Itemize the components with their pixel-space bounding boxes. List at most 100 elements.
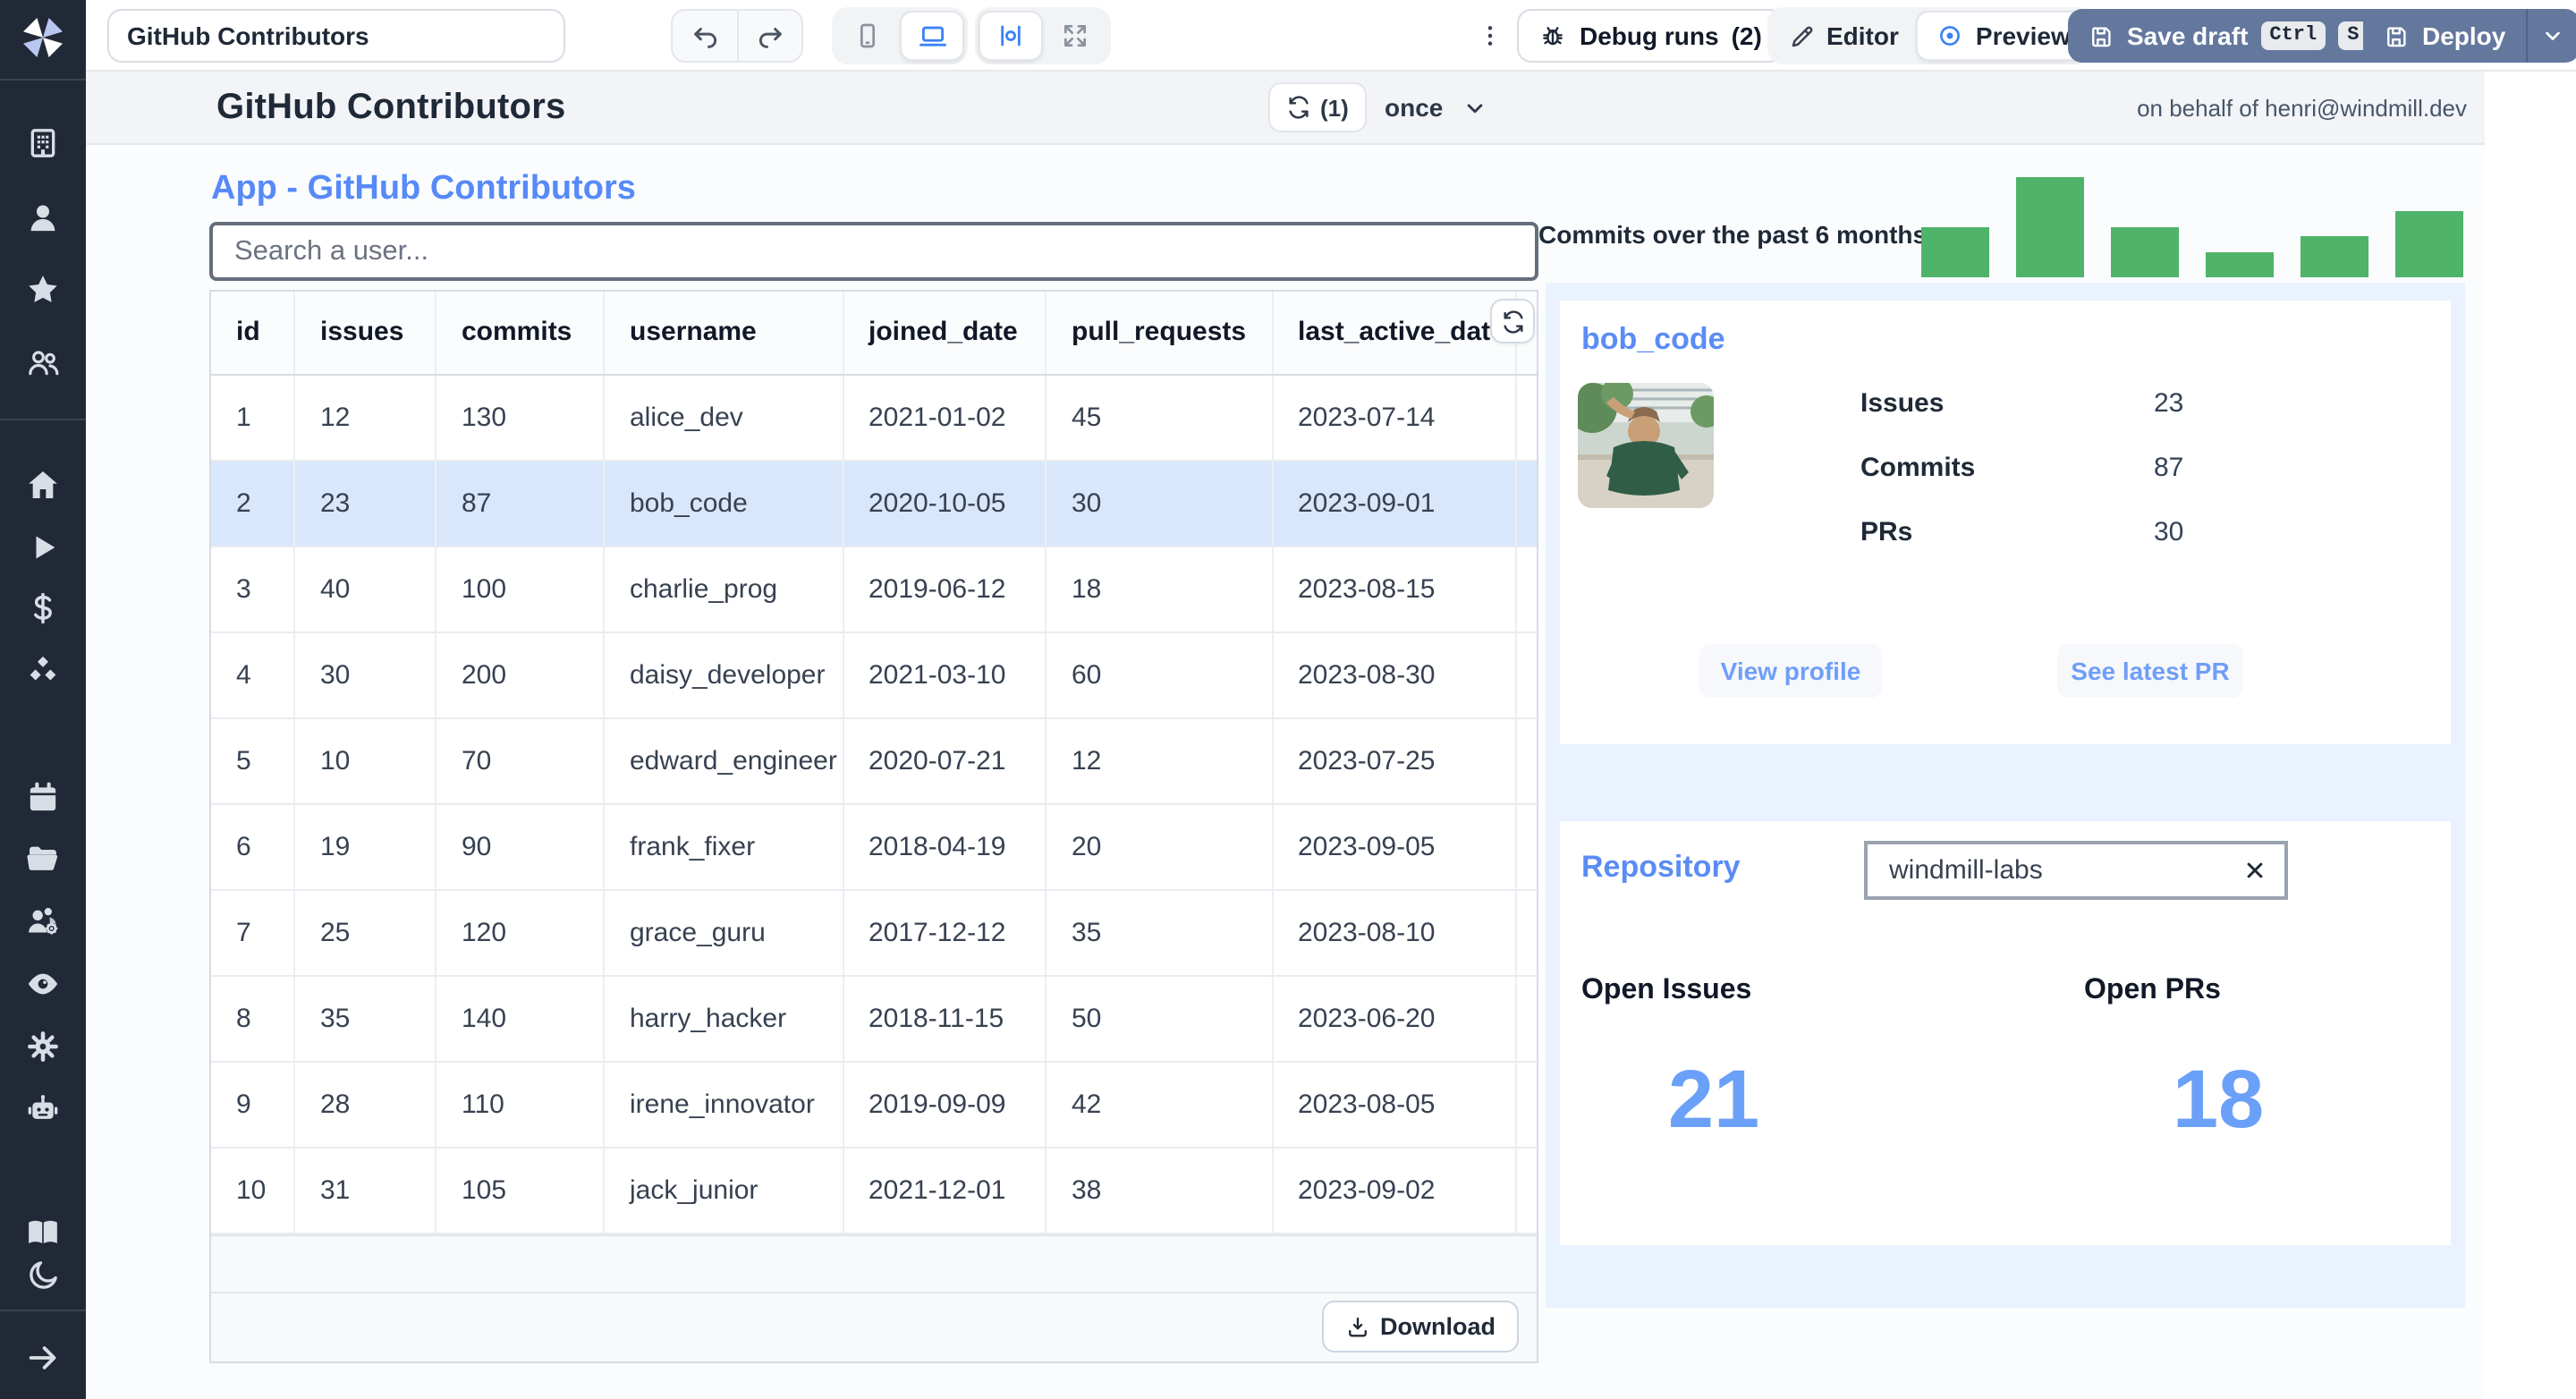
table-cell: 2019-09-09 xyxy=(843,1061,1046,1148)
windmill-logo-icon[interactable] xyxy=(20,14,66,61)
table-refresh-button[interactable] xyxy=(1490,299,1535,343)
table-cell: 2023-09-02 xyxy=(1272,1147,1516,1234)
table-cell: 35 xyxy=(294,975,436,1062)
search-input[interactable] xyxy=(209,222,1538,281)
table-cell: 87 xyxy=(436,460,605,547)
sidebar xyxy=(0,0,86,1399)
dollar-icon[interactable] xyxy=(25,590,61,626)
table-row[interactable]: 4 30 200 daisy_developer 2021-03-10 60 2023-08… xyxy=(211,632,1537,718)
table-cell: 120 xyxy=(436,889,605,976)
user-card-title: bob_code xyxy=(1581,322,1725,356)
column-header[interactable]: commits xyxy=(436,292,605,375)
app-header-title: GitHub Contributors xyxy=(216,88,566,127)
star-icon[interactable] xyxy=(25,272,61,308)
user-icon[interactable] xyxy=(25,200,61,236)
building-icon[interactable] xyxy=(25,125,61,161)
column-header[interactable]: username xyxy=(604,292,843,375)
deploy-options-button[interactable] xyxy=(2525,9,2576,63)
table-cell: 9 xyxy=(211,1061,295,1148)
table-cell: 100 xyxy=(436,546,605,632)
column-header[interactable]: pull_requests xyxy=(1046,292,1273,375)
column-header[interactable]: last_active_date xyxy=(1272,292,1516,375)
table-cell: bob_code xyxy=(604,460,843,547)
column-header[interactable]: joined_date xyxy=(843,292,1046,375)
table-row[interactable]: 10 31 105 jack_junior 2021-12-01 38 2023-09-02 xyxy=(211,1147,1537,1234)
scrollbar-gutter xyxy=(1515,1147,1537,1234)
table-cell: irene_innovator xyxy=(604,1061,843,1148)
table-row[interactable]: 8 35 140 harry_hacker 2018-11-15 50 2023-06-20 xyxy=(211,975,1537,1062)
column-header[interactable]: id xyxy=(211,292,295,375)
refresh-icon xyxy=(1289,96,1309,119)
centered-layout-button[interactable] xyxy=(979,11,1043,61)
deploy-split-button: Deploy xyxy=(2363,9,2576,63)
desktop-view-button[interactable] xyxy=(900,11,964,61)
table-row[interactable]: 9 28 110 irene_innovator 2019-09-09 42 2023-08… xyxy=(211,1061,1537,1148)
see-latest-pr-button[interactable]: See latest PR xyxy=(2057,644,2243,698)
scrollbar-gutter xyxy=(1515,889,1537,976)
table-cell: 4 xyxy=(211,632,295,718)
mobile-view-button[interactable] xyxy=(835,11,900,61)
table-cell: 2021-03-10 xyxy=(843,632,1046,718)
fullwidth-layout-button[interactable] xyxy=(1043,11,1107,61)
table-cell: 2023-08-05 xyxy=(1272,1061,1516,1148)
table-row[interactable]: 1 12 130 alice_dev 2021-01-02 45 2023-07-14 xyxy=(211,374,1537,461)
scrollbar-gutter xyxy=(1515,374,1537,461)
table-cell: 2023-08-15 xyxy=(1272,546,1516,632)
home-icon[interactable] xyxy=(25,467,61,503)
calendar-icon[interactable] xyxy=(25,780,61,816)
table-header-row: id issues commits username joined_date pull_r… xyxy=(211,292,1537,375)
settings-gear-icon[interactable] xyxy=(25,1029,61,1064)
expand-icon xyxy=(1064,25,1086,47)
clear-input-button[interactable] xyxy=(2224,857,2284,884)
users-icon[interactable] xyxy=(25,345,61,381)
table-cell: 31 xyxy=(294,1147,436,1234)
boxes-icon[interactable] xyxy=(25,651,61,687)
kbd-ctrl: Ctrl xyxy=(2260,21,2326,50)
repository-input[interactable]: windmill-labs xyxy=(1864,841,2288,900)
table-row[interactable]: 5 10 70 edward_engineer 2020-07-21 12 2023-07-… xyxy=(211,717,1537,804)
deploy-button[interactable]: Deploy xyxy=(2363,9,2525,63)
table-cell: edward_engineer xyxy=(604,717,843,804)
repository-card: Repository windmill-labs Open Issues Ope… xyxy=(1560,821,2451,1245)
app-title-input[interactable] xyxy=(107,9,565,63)
editor-tab[interactable]: Editor xyxy=(1771,11,1917,61)
robot-icon[interactable] xyxy=(25,1091,61,1127)
column-header[interactable]: issues xyxy=(294,292,436,375)
download-button[interactable]: Download xyxy=(1321,1301,1519,1352)
chart-bar xyxy=(2016,176,2083,277)
book-icon[interactable] xyxy=(25,1215,61,1251)
app-refresh-count: (1) xyxy=(1320,94,1349,121)
stat-label-prs: PRs xyxy=(1860,517,1913,547)
scrollbar-gutter xyxy=(1515,803,1537,890)
more-options-button[interactable] xyxy=(1474,14,1506,57)
table-cell: 2023-09-01 xyxy=(1272,460,1516,547)
debug-runs-button[interactable]: Debug runs (2) xyxy=(1517,9,1784,63)
schedule-dropdown[interactable]: once xyxy=(1385,82,1487,132)
undo-button[interactable] xyxy=(673,11,737,61)
table-cell: 7 xyxy=(211,889,295,976)
chevron-down-icon xyxy=(2546,31,2561,40)
play-icon[interactable] xyxy=(25,530,61,565)
stat-label-commits: Commits xyxy=(1860,453,1976,483)
save-draft-button[interactable]: Save draft Ctrl S xyxy=(2068,9,2388,63)
table-row[interactable]: 7 25 120 grace_guru 2017-12-12 35 2023-08-10 xyxy=(211,889,1537,976)
redo-button[interactable] xyxy=(737,11,801,61)
chart-bar xyxy=(1921,227,1988,277)
app-header: GitHub Contributors (1) once on behalf o… xyxy=(86,72,2485,145)
preview-tab[interactable]: Preview xyxy=(1916,11,2090,61)
table-cell: 2023-09-05 xyxy=(1272,803,1516,890)
app-refresh-button[interactable]: (1) xyxy=(1268,82,1367,132)
folder-icon[interactable] xyxy=(25,841,61,877)
table-cell: 19 xyxy=(294,803,436,890)
arrow-right-icon[interactable] xyxy=(25,1340,61,1376)
table-cell: 10 xyxy=(211,1147,295,1234)
table-row[interactable]: 3 40 100 charlie_prog 2019-06-12 18 2023-08-15 xyxy=(211,546,1537,632)
eye-icon[interactable] xyxy=(25,966,61,1002)
view-profile-button[interactable]: View profile xyxy=(1699,644,1882,698)
table-row[interactable]: 2 23 87 bob_code 2020-10-05 30 2023-09-01 xyxy=(211,460,1537,547)
moon-icon[interactable] xyxy=(25,1258,61,1293)
table-row[interactable]: 6 19 90 frank_fixer 2018-04-19 20 2023-09-05 xyxy=(211,803,1537,890)
users-cog-icon[interactable] xyxy=(25,903,61,939)
table-cell: 2023-07-14 xyxy=(1272,374,1516,461)
table-cell: 140 xyxy=(436,975,605,1062)
